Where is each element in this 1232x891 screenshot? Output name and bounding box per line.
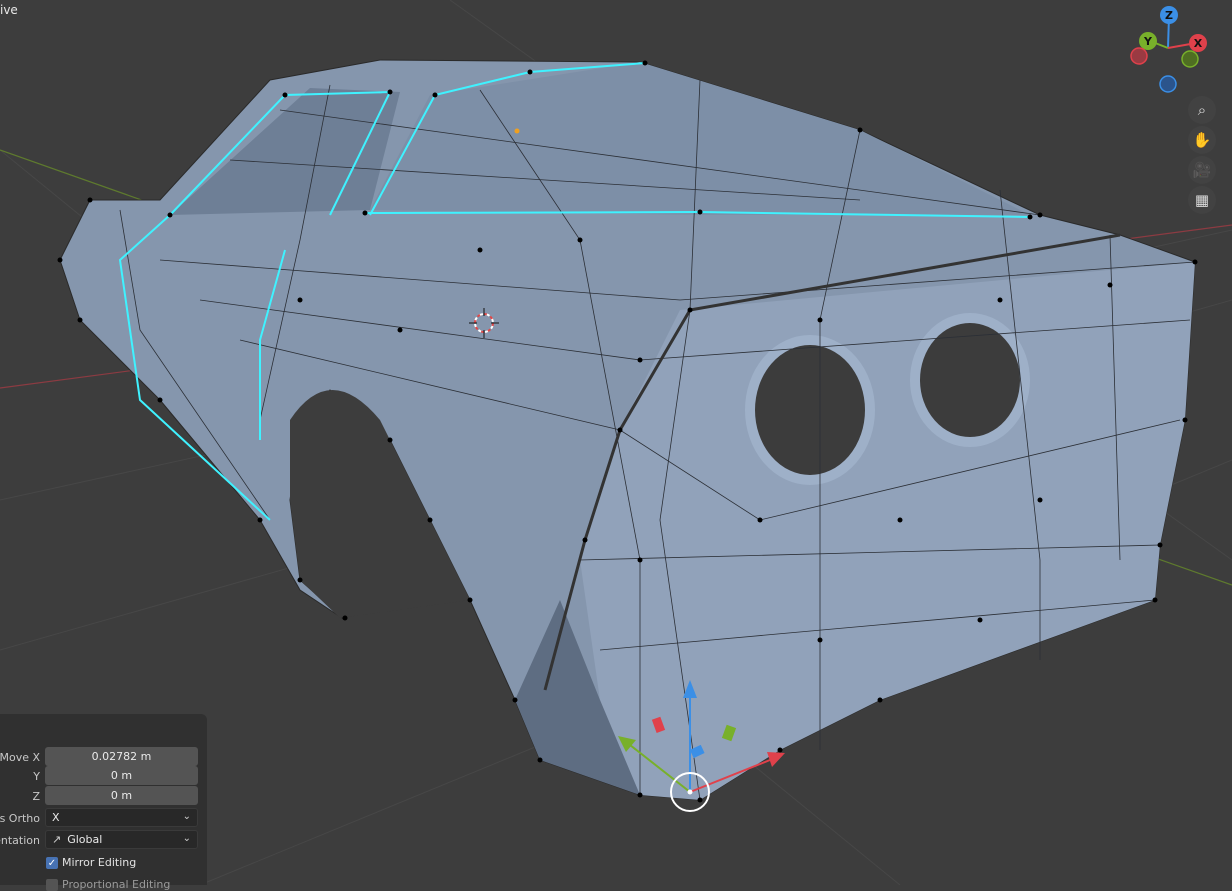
- orientation-row: Orientation ↗ Global ⌄: [0, 830, 207, 850]
- tail-light-right: [910, 313, 1030, 447]
- mirror-editing-label[interactable]: Mirror Editing: [62, 856, 136, 869]
- axis-x-label: X: [1194, 37, 1203, 50]
- move-z-label: Z: [32, 789, 40, 803]
- move-y-field[interactable]: 0 m: [45, 766, 198, 785]
- mode-label: ive: [0, 3, 18, 17]
- navigation-gizmo[interactable]: Z Y X: [1122, 0, 1232, 100]
- car-body-mesh[interactable]: [59, 59, 1196, 801]
- orientation-axes-icon: ↗: [52, 833, 62, 846]
- axis-y-label: Y: [1143, 35, 1153, 48]
- mirror-editing-checkbox[interactable]: ✓: [46, 857, 58, 869]
- move-y-row: Y 0 m: [0, 766, 207, 786]
- move-z-field[interactable]: 0 m: [45, 786, 198, 805]
- axis-ortho-row: Axis Ortho X ⌄: [0, 808, 207, 828]
- chevron-down-icon: ⌄: [182, 833, 191, 844]
- zoom-icon[interactable]: ⌕: [1188, 96, 1216, 124]
- chevron-down-icon: ⌄: [182, 811, 191, 822]
- orientation-label: Orientation: [0, 833, 40, 847]
- axis-ortho-value: X: [52, 811, 60, 824]
- axis-z-label: Z: [1165, 9, 1173, 22]
- axis-ortho-label: Axis Ortho: [0, 811, 40, 825]
- axis-ortho-select[interactable]: X ⌄: [45, 808, 198, 827]
- move-x-row: Move X 0.02782 m: [0, 747, 207, 767]
- tail-light-left: [745, 335, 875, 485]
- move-x-label: Move X: [0, 750, 40, 764]
- adjust-last-operation-panel: Move X 0.02782 m Y 0 m Z 0 m Axis Ortho …: [0, 714, 207, 891]
- move-y-label: Y: [33, 769, 40, 783]
- move-z-row: Z 0 m: [0, 786, 207, 806]
- camera-icon[interactable]: 🎥: [1188, 156, 1216, 184]
- move-x-field[interactable]: 0.02782 m: [45, 747, 198, 766]
- grid-perspective-icon[interactable]: ▦: [1188, 186, 1216, 214]
- orientation-select[interactable]: ↗ Global ⌄: [45, 830, 198, 849]
- proportional-editing-checkbox[interactable]: [46, 879, 58, 891]
- hand-pan-icon[interactable]: ✋: [1188, 126, 1216, 154]
- orientation-value: Global: [67, 833, 103, 846]
